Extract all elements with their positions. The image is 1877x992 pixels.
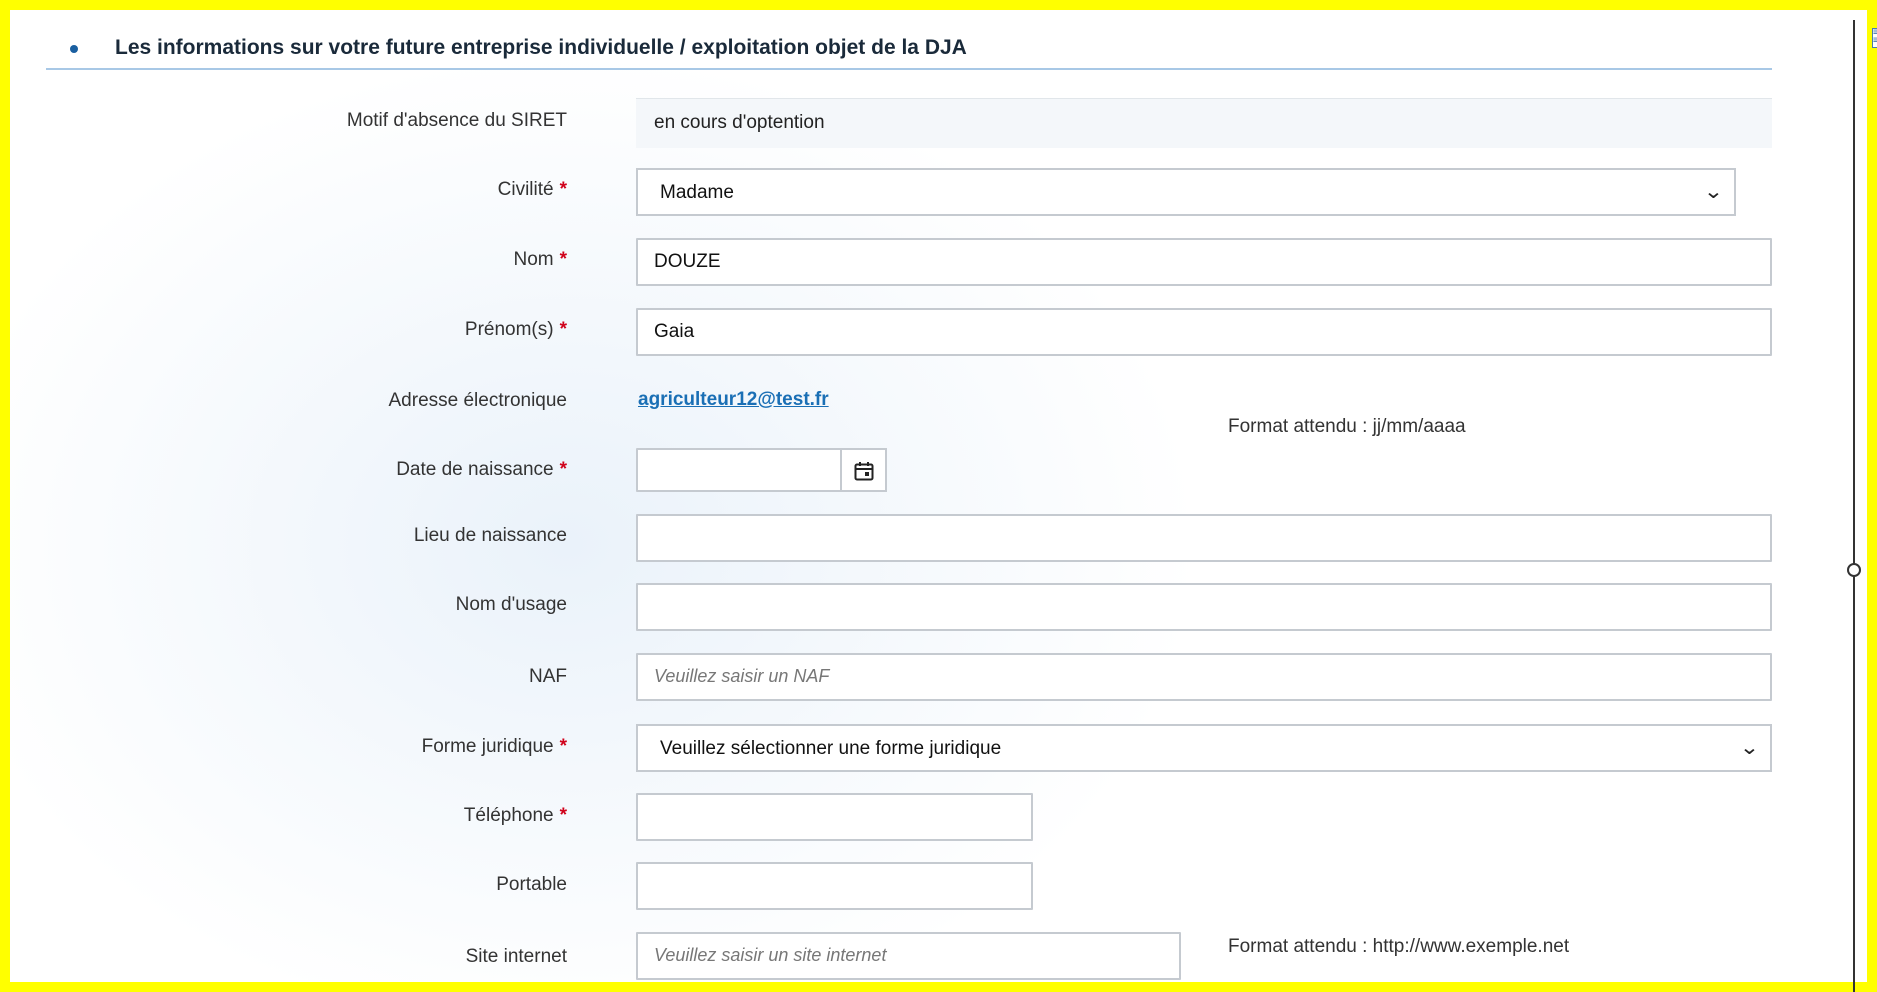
section-title: Les informations sur votre future entrep…	[115, 36, 967, 59]
birth-place-input[interactable]	[636, 514, 1772, 562]
phone-input[interactable]	[636, 793, 1033, 841]
siret-reason-label: Motif d'absence du SIRET	[346, 110, 567, 131]
civility-select[interactable]: Madame ⌄	[636, 168, 1736, 216]
usage-name-input[interactable]	[636, 583, 1772, 631]
email-link[interactable]: agriculteur12@test.fr	[638, 389, 829, 411]
naf-input[interactable]	[636, 653, 1772, 701]
mobile-label: Portable	[496, 874, 567, 895]
legal-form-select[interactable]: Veuillez sélectionner une forme juridiqu…	[636, 724, 1772, 772]
naf-label: NAF	[529, 666, 567, 687]
required-asterisk: *	[559, 249, 567, 270]
website-format-hint: Format attendu : http://www.exemple.net	[1228, 936, 1570, 957]
calendar-button[interactable]	[841, 448, 887, 492]
birth-place-label: Lieu de naissance	[413, 525, 567, 546]
siret-reason-value: en cours d'optention	[636, 98, 1772, 148]
birth-date-format-hint: Format attendu : jj/mm/aaaa	[1228, 416, 1466, 437]
panel-divider	[1853, 20, 1855, 992]
legal-form-label: Forme juridique *	[421, 736, 567, 757]
bullet-icon	[70, 45, 78, 53]
usage-name-label: Nom d'usage	[455, 594, 567, 615]
website-label: Site internet	[465, 946, 567, 967]
mobile-input[interactable]	[636, 862, 1033, 910]
birth-date-label: Date de naissance *	[396, 459, 567, 480]
chevron-down-icon: ⌄	[1703, 179, 1724, 203]
first-names-label: Prénom(s) *	[464, 319, 567, 340]
last-name-input[interactable]	[636, 238, 1772, 286]
chevron-down-icon: ⌄	[1739, 735, 1760, 759]
last-name-label: Nom *	[513, 249, 567, 270]
civility-label: Civilité *	[497, 179, 567, 200]
required-asterisk: *	[559, 459, 567, 480]
required-asterisk: *	[559, 179, 567, 200]
section-header: Les informations sur votre future entrep…	[46, 30, 1772, 70]
required-asterisk: *	[559, 736, 567, 757]
required-asterisk: *	[559, 319, 567, 340]
first-names-input[interactable]	[636, 308, 1772, 356]
resize-handle[interactable]	[1847, 563, 1861, 577]
document-icon: ≡≡	[1872, 28, 1877, 48]
email-label: Adresse électronique	[388, 390, 568, 411]
required-asterisk: *	[559, 805, 567, 826]
calendar-icon	[854, 462, 874, 481]
screenshot-frame: Les informations sur votre future entrep…	[0, 0, 1877, 992]
birth-date-input[interactable]	[636, 448, 842, 492]
website-input[interactable]	[636, 932, 1181, 980]
phone-label: Téléphone *	[463, 805, 567, 826]
